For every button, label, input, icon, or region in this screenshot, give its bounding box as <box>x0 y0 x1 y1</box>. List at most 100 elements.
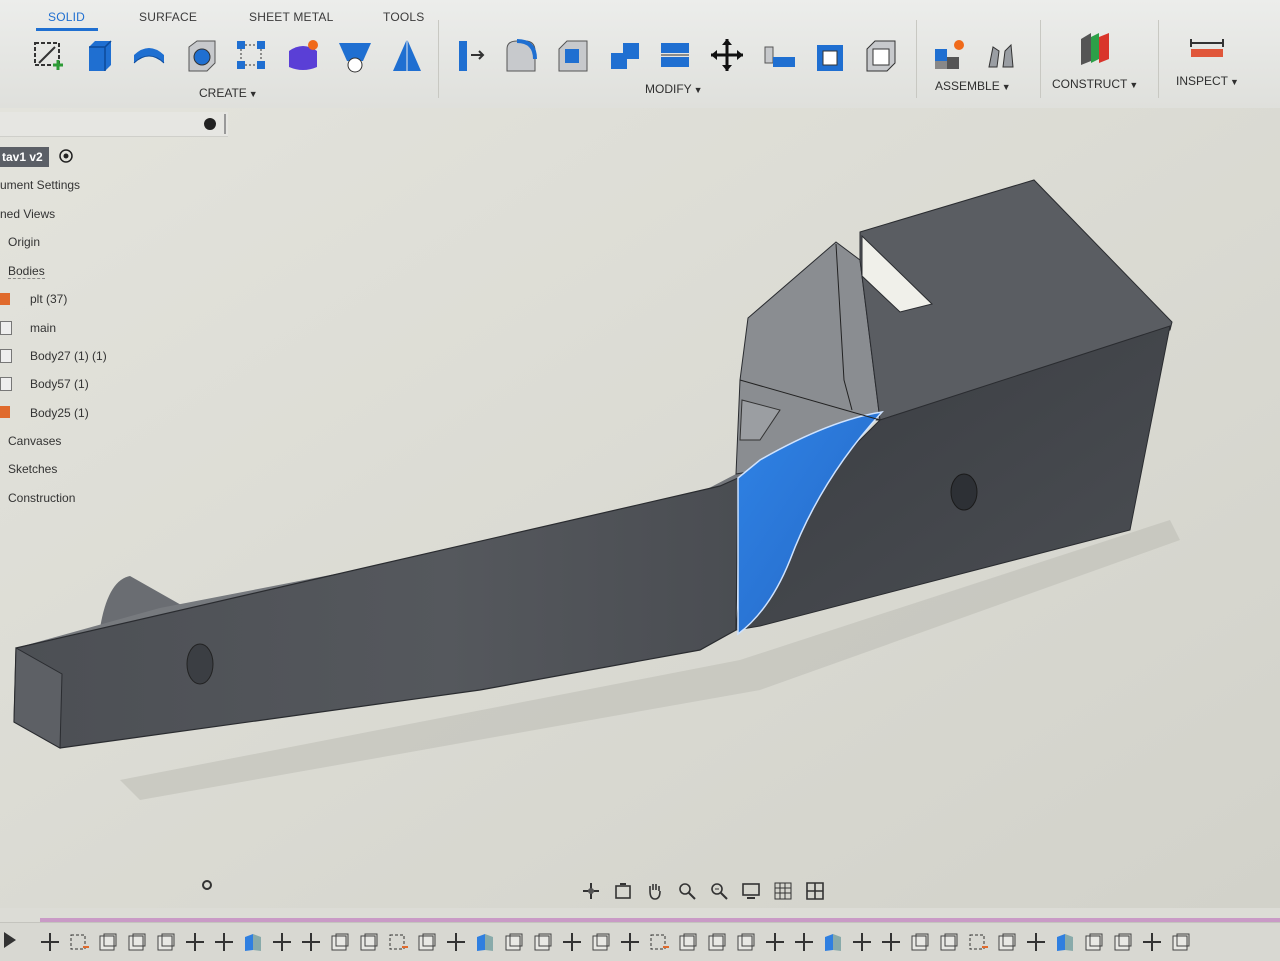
tab-tools[interactable]: TOOLS <box>383 10 424 24</box>
browser-item-body27[interactable]: Body27 (1) (1) <box>30 349 107 363</box>
timeline-feature-box-icon[interactable] <box>1082 931 1106 953</box>
look-at-icon[interactable] <box>610 880 636 902</box>
combine-icon[interactable] <box>656 36 694 74</box>
timeline-feature-box-icon[interactable] <box>734 931 758 953</box>
timeline-feature-box-icon[interactable] <box>531 931 555 953</box>
timeline-feature-move-icon[interactable] <box>270 931 294 953</box>
browser-item-plt[interactable]: plt (37) <box>30 292 67 306</box>
create-sketch-icon[interactable] <box>30 36 68 74</box>
hole-icon[interactable] <box>182 36 220 74</box>
zoom-icon[interactable] <box>674 880 700 902</box>
display-settings-icon[interactable] <box>738 880 764 902</box>
timeline-feature-box-icon[interactable] <box>502 931 526 953</box>
grid-icon[interactable] <box>770 880 796 902</box>
timeline-feature-move-icon[interactable] <box>212 931 236 953</box>
timeline-feature-move-icon[interactable] <box>560 931 584 953</box>
browser-item-sketches[interactable]: Sketches <box>8 462 57 476</box>
timeline-feature-plane-icon[interactable] <box>821 931 845 953</box>
timeline-feature-move-icon[interactable] <box>792 931 816 953</box>
browser-item-canvases[interactable]: Canvases <box>8 434 61 448</box>
browser-item-main[interactable]: main <box>30 321 56 335</box>
timeline-feature-plane-icon[interactable] <box>241 931 265 953</box>
browser-item-document-settings[interactable]: ument Settings <box>0 178 80 192</box>
timeline-feature-sketch-icon[interactable] <box>67 931 91 953</box>
move-icon[interactable] <box>708 36 746 74</box>
timeline-feature-move-icon[interactable] <box>38 931 62 953</box>
activate-target-icon[interactable] <box>58 148 74 164</box>
timeline-feature-move-icon[interactable] <box>1140 931 1164 953</box>
joint-icon[interactable] <box>982 36 1020 74</box>
tab-sheet-metal[interactable]: SHEET METAL <box>249 10 333 24</box>
orbit-icon[interactable] <box>578 880 604 902</box>
timeline-feature-move-icon[interactable] <box>618 931 642 953</box>
play-icon[interactable] <box>2 929 18 951</box>
model-view[interactable] <box>0 108 1280 908</box>
pan-icon[interactable] <box>642 880 668 902</box>
timeline-feature-move-icon[interactable] <box>299 931 323 953</box>
timeline-feature-plane-icon[interactable] <box>1053 931 1077 953</box>
timeline-feature-box-icon[interactable] <box>908 931 932 953</box>
timeline-feature-box-icon[interactable] <box>125 931 149 953</box>
browser-resize-handle[interactable] <box>224 114 226 134</box>
offset-plane-icon[interactable] <box>1076 28 1114 66</box>
scale-icon[interactable] <box>812 36 850 74</box>
browser-item-body25[interactable]: Body25 (1) <box>30 406 89 420</box>
timeline-feature-move-icon[interactable] <box>879 931 903 953</box>
timeline-feature-box-icon[interactable] <box>589 931 613 953</box>
timeline-feature-sketch-icon[interactable] <box>386 931 410 953</box>
timeline-feature-move-icon[interactable] <box>183 931 207 953</box>
timeline-feature-move-icon[interactable] <box>763 931 787 953</box>
timeline-feature-box-icon[interactable] <box>96 931 120 953</box>
measure-icon[interactable] <box>1188 28 1226 66</box>
replace-face-icon[interactable] <box>862 36 900 74</box>
chamfer-icon[interactable] <box>554 36 592 74</box>
browser-item-named-views[interactable]: ned Views <box>0 207 55 221</box>
timeline-feature-box-icon[interactable] <box>1169 931 1193 953</box>
browser-item-origin[interactable]: Origin <box>8 235 40 249</box>
timeline-feature-move-icon[interactable] <box>850 931 874 953</box>
timeline-feature-box-icon[interactable] <box>937 931 961 953</box>
fillet-icon[interactable] <box>502 36 540 74</box>
block-hole[interactable] <box>950 473 978 511</box>
tab-solid[interactable]: SOLID <box>48 10 85 24</box>
timeline-feature-box-icon[interactable] <box>415 931 439 953</box>
timeline-feature-box-icon[interactable] <box>328 931 352 953</box>
inspect-menu[interactable]: INSPECT ▼ <box>1176 74 1239 88</box>
new-component-icon[interactable] <box>930 36 968 74</box>
browser-item-body57[interactable]: Body57 (1) <box>30 377 89 391</box>
sweep-icon[interactable] <box>336 36 374 74</box>
timeline-feature-sketch-icon[interactable] <box>647 931 671 953</box>
create-form-icon[interactable] <box>284 36 322 74</box>
browser-item-bodies[interactable]: Bodies <box>8 264 45 279</box>
extrude-icon[interactable] <box>80 36 118 74</box>
timeline-features <box>38 931 1193 953</box>
shell-icon[interactable] <box>606 36 644 74</box>
timeline-feature-box-icon[interactable] <box>676 931 700 953</box>
timeline-feature-box-icon[interactable] <box>154 931 178 953</box>
timeline-feature-box-icon[interactable] <box>1111 931 1135 953</box>
document-root[interactable]: tav1 v2 <box>0 147 49 167</box>
timeline-feature-box-icon[interactable] <box>705 931 729 953</box>
modify-menu[interactable]: MODIFY ▼ <box>645 82 703 96</box>
canvas-viewport[interactable] <box>0 108 1280 908</box>
viewports-icon[interactable] <box>802 880 828 902</box>
create-menu[interactable]: CREATE ▼ <box>199 86 258 100</box>
timeline-feature-move-icon[interactable] <box>1024 931 1048 953</box>
timeline-feature-box-icon[interactable] <box>357 931 381 953</box>
arm-hole[interactable] <box>186 643 214 685</box>
align-icon[interactable] <box>760 36 798 74</box>
browser-item-construction[interactable]: Construction <box>8 491 75 505</box>
pattern-icon[interactable] <box>232 36 270 74</box>
timeline-feature-move-icon[interactable] <box>444 931 468 953</box>
assemble-menu[interactable]: ASSEMBLE ▼ <box>935 79 1011 93</box>
tab-surface[interactable]: SURFACE <box>139 10 197 24</box>
timeline-feature-sketch-icon[interactable] <box>966 931 990 953</box>
fit-icon[interactable] <box>706 880 732 902</box>
press-pull-icon[interactable] <box>450 36 488 74</box>
revolve-icon[interactable] <box>130 36 168 74</box>
browser-pin-icon[interactable] <box>204 118 216 130</box>
construct-menu[interactable]: CONSTRUCT ▼ <box>1052 77 1138 91</box>
loft-icon[interactable] <box>386 36 424 74</box>
timeline-feature-plane-icon[interactable] <box>473 931 497 953</box>
timeline-feature-box-icon[interactable] <box>995 931 1019 953</box>
